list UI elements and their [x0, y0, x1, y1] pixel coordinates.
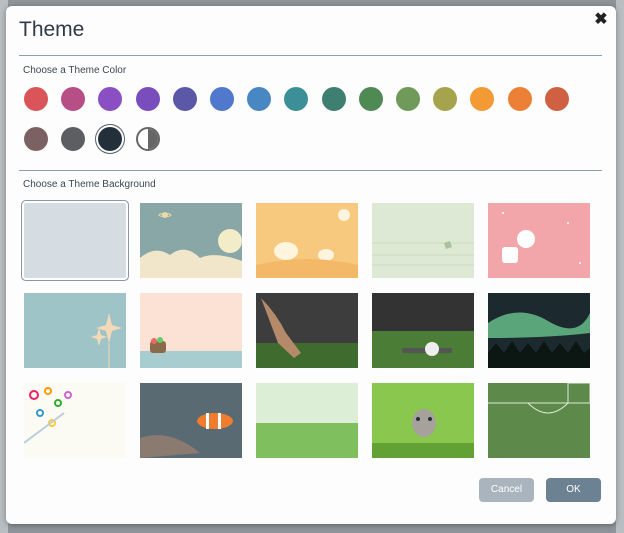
color-swatch[interactable]: [135, 87, 160, 111]
background-thumbnail-clownfish[interactable]: [140, 383, 242, 458]
color-swatch[interactable]: [172, 87, 197, 111]
background-thumbnail-space-planets[interactable]: [140, 203, 242, 278]
theme-dialog: Theme ✖ Choose a Theme Color Choose a Th…: [6, 6, 616, 524]
color-swatch[interactable]: [61, 87, 86, 111]
background-thumbnail-green-lines[interactable]: [372, 203, 474, 278]
color-swatch[interactable]: [98, 87, 123, 111]
background-preview: [372, 383, 474, 458]
section-divider: [19, 170, 602, 171]
background-preview: [256, 203, 358, 278]
color-swatch[interactable]: [61, 127, 86, 151]
background-thumbnail-plain-gray[interactable]: [22, 201, 128, 280]
color-swatch[interactable]: [321, 87, 346, 111]
background-thumbnail-pink-balloon[interactable]: [488, 203, 590, 278]
color-swatch[interactable]: [247, 87, 272, 111]
background-thumbnail-color-circles[interactable]: [24, 383, 126, 458]
background-preview: [372, 293, 474, 368]
background-preview: [24, 383, 126, 458]
background-section-label: Choose a Theme Background: [23, 179, 156, 190]
cancel-button[interactable]: Cancel: [479, 478, 534, 502]
dialog-title: Theme: [19, 18, 85, 41]
background-preview: [488, 203, 590, 278]
color-swatch[interactable]: [98, 127, 123, 151]
background-preview: [140, 293, 242, 368]
color-swatch[interactable]: [470, 87, 495, 111]
background-preview: [488, 383, 590, 458]
background-preview: [140, 203, 242, 278]
background-thumbnail-elephant-orange[interactable]: [256, 203, 358, 278]
color-swatch[interactable]: [396, 87, 420, 111]
background-preview: [140, 383, 242, 458]
color-swatch[interactable]: [433, 87, 458, 111]
color-section-label: Choose a Theme Color: [23, 65, 127, 76]
title-divider: [19, 55, 602, 56]
background-thumbnail-soccer-field[interactable]: [488, 383, 590, 458]
background-thumbnail-baseball-on-grass[interactable]: [372, 293, 474, 368]
color-swatch[interactable]: [284, 87, 309, 111]
background-preview: [24, 203, 126, 278]
background-thumbnail-kitten-in-grass[interactable]: [372, 383, 474, 458]
background-preview: [488, 293, 590, 368]
background-thumbnail-teal-sparkle[interactable]: [24, 293, 126, 368]
close-icon[interactable]: ✖: [593, 12, 609, 28]
color-swatch[interactable]: [544, 87, 569, 111]
background-preview: [256, 293, 358, 368]
background-thumbnail-aurora-forest[interactable]: [488, 293, 590, 368]
background-preview: [372, 203, 474, 278]
color-swatch[interactable]: [358, 87, 383, 111]
color-swatch[interactable]: [507, 87, 532, 111]
contrast-color-swatch[interactable]: [135, 127, 160, 151]
background-thumbnail-hand-on-grass[interactable]: [256, 293, 358, 368]
color-swatch[interactable]: [210, 87, 234, 111]
background-preview: [256, 383, 358, 458]
color-swatch[interactable]: [24, 127, 48, 151]
background-thumbnail-green-gradient[interactable]: [256, 383, 358, 458]
ok-button[interactable]: OK: [546, 478, 601, 502]
background-thumbnail-peach-basket[interactable]: [140, 293, 242, 368]
backdrop-right: [616, 0, 624, 533]
color-swatch[interactable]: [24, 87, 48, 111]
background-preview: [24, 293, 126, 368]
